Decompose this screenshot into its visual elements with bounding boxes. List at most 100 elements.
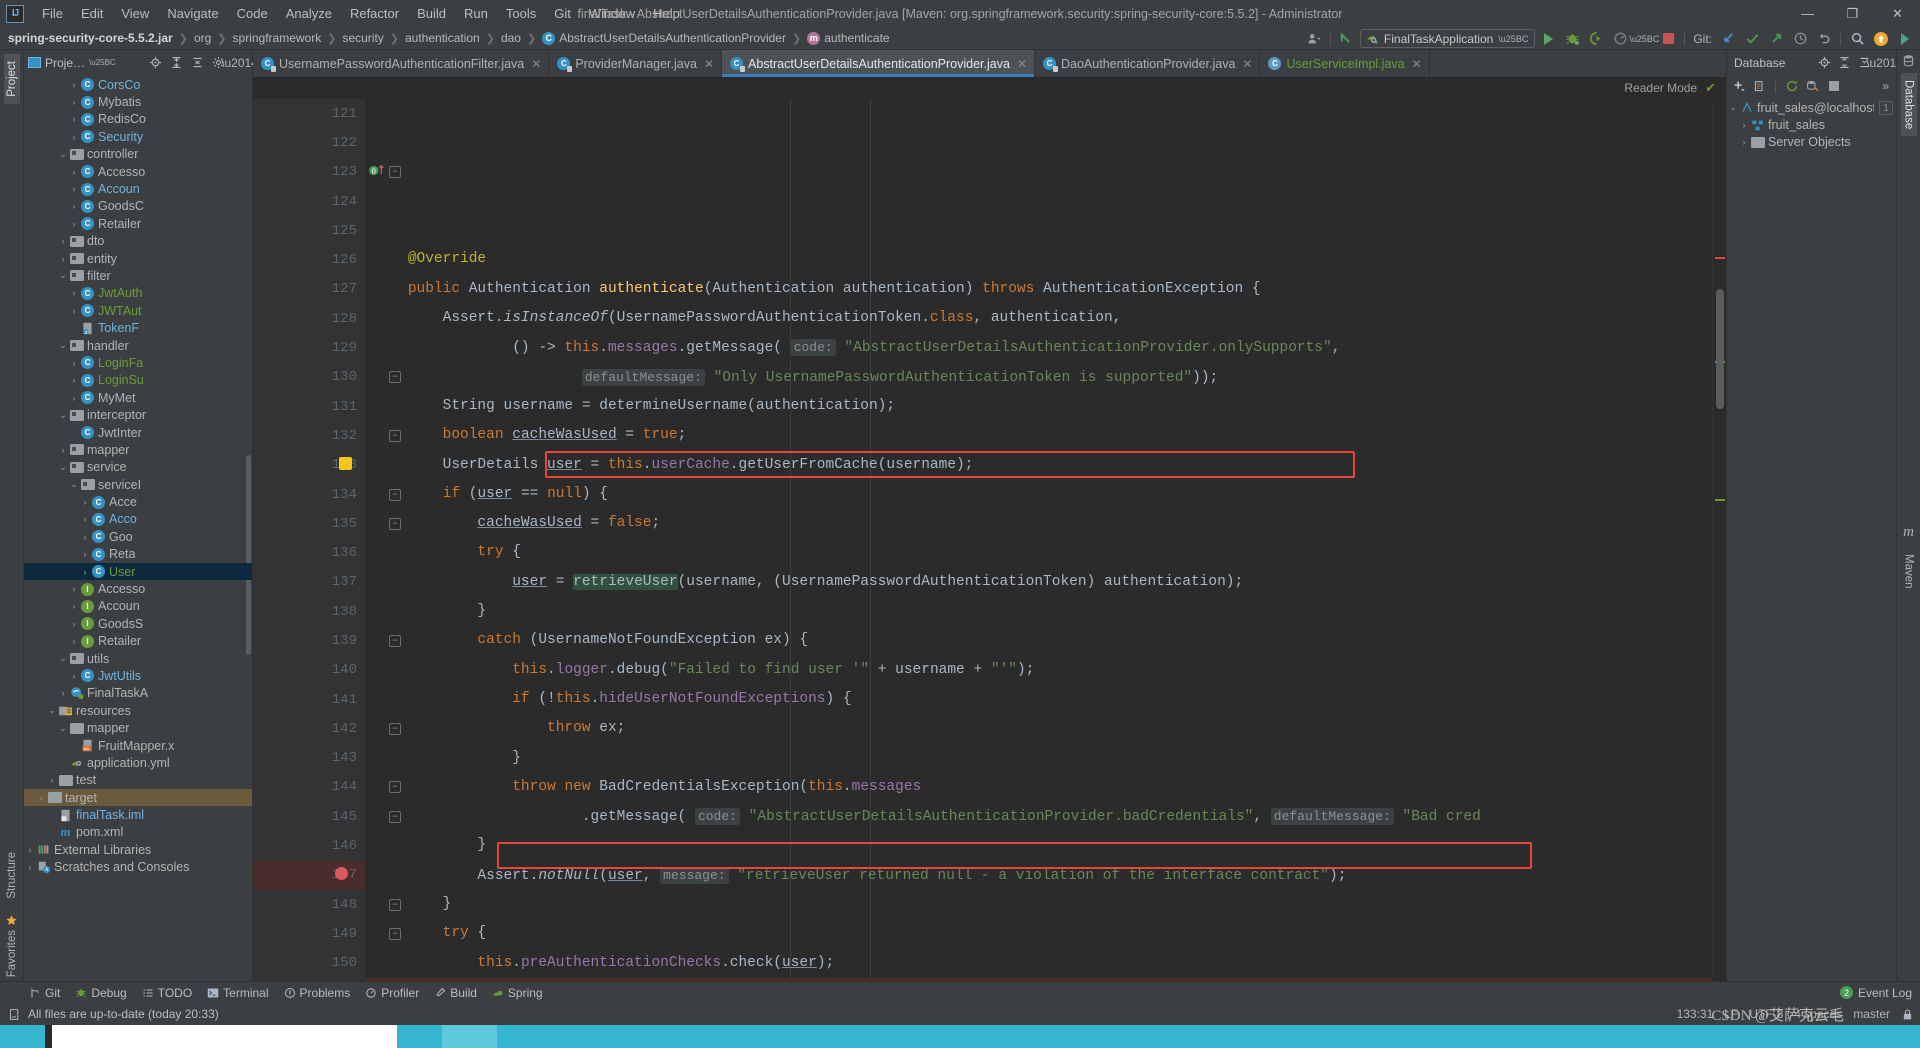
collapse-all-icon[interactable] <box>189 54 206 71</box>
stop-button[interactable] <box>1657 28 1679 49</box>
close-icon[interactable]: ✕ <box>1412 57 1422 71</box>
gutter-line[interactable]: 136 <box>253 538 365 567</box>
editor-tab-1[interactable]: C ProviderManager.java ✕ <box>549 50 722 77</box>
database-tree-row[interactable]: ⌄ fruit_sales@localhost 1 <box>1727 99 1896 116</box>
chevron-right-icon[interactable]: › <box>1738 137 1750 147</box>
chevron-right-icon[interactable]: › <box>68 619 80 629</box>
code-line[interactable]: cacheWasUsed = false; <box>373 509 1712 538</box>
gutter-line[interactable]: 123 O − <box>253 158 401 187</box>
code-line[interactable]: @Override <box>373 245 1712 274</box>
code-line[interactable] <box>373 216 1712 245</box>
breadcrumb-item-7[interactable]: m authenticate <box>803 30 893 46</box>
project-tree-row[interactable]: › External Libraries <box>24 841 252 858</box>
chevron-right-icon[interactable]: › <box>57 688 69 698</box>
code-line[interactable]: public Authentication authenticate(Authe… <box>373 275 1712 304</box>
gutter-line[interactable]: 124 <box>253 187 365 216</box>
gutter-line[interactable]: 121 <box>253 99 365 128</box>
project-tree[interactable]: › C CorsCo › C Mybatis › C RedisCo › C Security ⌄ con… <box>24 75 252 981</box>
chevron-right-icon[interactable]: › <box>79 567 91 577</box>
project-tree-row[interactable]: › FinalTaskA <box>24 685 252 702</box>
project-tree-row[interactable]: ⌄ controller <box>24 146 252 163</box>
bottom-tool-profiler[interactable]: Profiler <box>358 984 426 1002</box>
project-tree-row[interactable]: › mapper <box>24 441 252 458</box>
project-tree-row[interactable]: › C CorsCo <box>24 76 252 93</box>
run-with-coverage-button[interactable] <box>1585 28 1607 49</box>
project-tree-row[interactable]: › I Retailer <box>24 633 252 650</box>
breadcrumb-item-0[interactable]: spring-security-core-5.5.2.jar <box>4 30 177 46</box>
project-tree-row[interactable]: finalTask.iml <box>24 806 252 823</box>
chevron-right-icon[interactable]: › <box>68 132 80 142</box>
project-tree-row[interactable]: C JwtInter <box>24 424 252 441</box>
search-everywhere-icon[interactable] <box>1846 28 1868 49</box>
code-line[interactable]: user = retrieveUser(username, (UsernameP… <box>373 568 1712 597</box>
menu-item-build[interactable]: Build <box>408 3 455 24</box>
code-line[interactable]: this.preAuthenticationChecks.check(user)… <box>373 949 1712 978</box>
bottom-tool-debug[interactable]: Debug <box>68 984 133 1002</box>
code-line[interactable]: .getMessage( code: "AbstractUserDetailsA… <box>373 802 1712 831</box>
menu-item-navigate[interactable]: Navigate <box>158 3 227 24</box>
project-tree-row[interactable]: › target <box>24 789 252 807</box>
chevron-right-icon[interactable]: › <box>68 393 80 403</box>
project-tree-row[interactable]: › C Retailer <box>24 215 252 232</box>
chevron-right-icon[interactable]: › <box>57 445 69 455</box>
hide-panel-icon[interactable]: \u2014 <box>1866 54 1903 71</box>
gutter-line[interactable]: 122 <box>253 128 365 157</box>
editor-tab-0[interactable]: C UsernamePasswordAuthenticationFilter.ja… <box>253 50 550 77</box>
expand-all-icon[interactable] <box>1836 54 1853 71</box>
bottom-tool-problems[interactable]: Problems <box>277 984 358 1002</box>
project-tree-row[interactable]: › entity <box>24 250 252 267</box>
chevron-right-icon[interactable]: › <box>46 775 58 785</box>
project-tree-row[interactable]: › test <box>24 772 252 789</box>
menu-item-git[interactable]: Git <box>545 3 580 24</box>
project-tree-row[interactable]: › C JwtAuth <box>24 285 252 302</box>
project-tree-row[interactable]: › C JWTAut <box>24 302 252 319</box>
code-line[interactable]: this.logger.debug("Failed to find user '… <box>373 656 1712 685</box>
project-tree-row[interactable]: › C Reta <box>24 546 252 563</box>
gutter-line[interactable]: 143 <box>253 744 365 773</box>
chevron-right-icon[interactable]: › <box>68 80 80 90</box>
chevron-right-icon[interactable]: › <box>68 288 80 298</box>
expand-toolbar-icon[interactable]: » <box>1882 79 1893 93</box>
chevron-right-icon[interactable]: › <box>35 793 47 803</box>
project-tree-row[interactable]: application.yml <box>24 754 252 771</box>
gutter-line[interactable]: 125 <box>253 216 365 245</box>
project-tree-row[interactable]: J TokenF <box>24 319 252 336</box>
gutter-line[interactable]: 126 <box>253 245 365 274</box>
close-button[interactable]: ✕ <box>1875 0 1920 27</box>
chevron-right-icon[interactable]: › <box>79 549 91 559</box>
menu-item-refactor[interactable]: Refactor <box>341 3 408 24</box>
menu-item-file[interactable]: File <box>33 3 72 24</box>
tool-window-structure[interactable]: Structure <box>4 845 20 906</box>
debug-button[interactable] <box>1561 28 1583 49</box>
menu-item-code[interactable]: Code <box>228 3 277 24</box>
chevron-down-icon[interactable]: ⌄ <box>57 270 69 281</box>
gutter-line[interactable]: 137 <box>253 568 365 597</box>
gutter-line[interactable]: 140 <box>253 656 365 685</box>
locate-icon[interactable] <box>1816 54 1833 71</box>
git-push-icon[interactable] <box>1765 28 1787 49</box>
close-icon[interactable]: ✕ <box>1017 57 1027 71</box>
copy-datasource-icon[interactable] <box>1751 78 1768 95</box>
chevron-right-icon[interactable]: › <box>68 114 80 124</box>
code-line[interactable]: try { <box>373 919 1712 948</box>
project-tree-row[interactable]: › Scratches and Consoles <box>24 859 252 876</box>
chevron-right-icon[interactable]: › <box>68 636 80 646</box>
menu-item-tools[interactable]: Tools <box>497 3 545 24</box>
project-tree-row[interactable]: › C Security <box>24 128 252 145</box>
bottom-tool-spring[interactable]: Spring <box>485 984 550 1002</box>
gutter-line[interactable]: 132− <box>253 421 401 450</box>
project-tree-row[interactable]: › C Goo <box>24 528 252 545</box>
git-update-icon[interactable] <box>1717 28 1739 49</box>
code-line[interactable]: throw ex; <box>373 714 1712 743</box>
project-tree-row[interactable]: › C RedisCo <box>24 111 252 128</box>
chevron-down-icon[interactable]: ⌄ <box>68 479 80 490</box>
ide-features-icon[interactable] <box>1894 28 1916 49</box>
chevron-right-icon[interactable]: › <box>24 862 36 872</box>
project-tree-row[interactable]: › C Mybatis <box>24 93 252 110</box>
project-tree-row[interactable]: › I Accesso <box>24 580 252 597</box>
gutter-line[interactable]: 142− <box>253 714 401 743</box>
intention-bulb-icon[interactable] <box>339 457 352 470</box>
project-tree-row[interactable]: › C LoginSu <box>24 372 252 389</box>
bottom-tool-todo[interactable]: TODO <box>135 984 199 1002</box>
close-icon[interactable]: ✕ <box>531 57 541 71</box>
